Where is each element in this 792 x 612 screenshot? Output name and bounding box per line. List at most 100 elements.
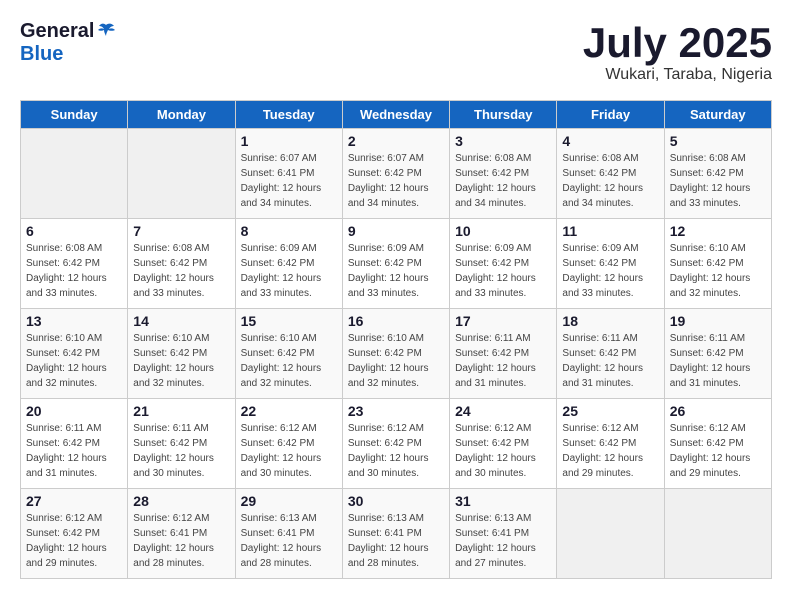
day-number: 5 bbox=[670, 133, 766, 149]
calendar-cell: 19Sunrise: 6:11 AM Sunset: 6:42 PM Dayli… bbox=[664, 309, 771, 399]
day-info: Sunrise: 6:09 AM Sunset: 6:42 PM Dayligh… bbox=[241, 241, 337, 301]
calendar-cell: 8 Sunrise: 6:09 AM Sunset: 6:42 PM Daylig… bbox=[235, 219, 342, 309]
day-number: 7 bbox=[133, 223, 229, 239]
header-cell-saturday: Saturday bbox=[664, 101, 771, 129]
day-number: 16 bbox=[348, 313, 444, 329]
day-number: 31 bbox=[455, 493, 551, 509]
calendar-cell: 20 Sunrise: 6:11 AM Sunset: 6:42 PM Dayli… bbox=[21, 399, 128, 489]
day-info: Sunrise: 6:09 AM Sunset: 6:42 PM Dayligh… bbox=[348, 241, 444, 301]
day-number: 1 bbox=[241, 133, 337, 149]
calendar-cell: 12Sunrise: 6:10 AM Sunset: 6:42 PM Dayli… bbox=[664, 219, 771, 309]
day-info: Sunrise: 6:10 AM Sunset: 6:42 PM Dayligh… bbox=[26, 331, 122, 391]
day-info: Sunrise: 6:11 AM Sunset: 6:42 PM Dayligh… bbox=[670, 331, 766, 391]
day-number: 18 bbox=[562, 313, 658, 329]
title-block: July 2025 Wukari, Taraba, Nigeria bbox=[583, 20, 772, 84]
day-number: 17 bbox=[455, 313, 551, 329]
logo-general-text: General bbox=[20, 20, 94, 43]
header-cell-thursday: Thursday bbox=[450, 101, 557, 129]
calendar-cell: 25 Sunrise: 6:12 AM Sunset: 6:42 PM Dayli… bbox=[557, 399, 664, 489]
calendar-cell: 27 Sunrise: 6:12 AM Sunset: 6:42 PM Dayli… bbox=[21, 489, 128, 579]
week-row-3: 13Sunrise: 6:10 AM Sunset: 6:42 PM Dayli… bbox=[21, 309, 772, 399]
logo-blue-text: Blue bbox=[20, 43, 63, 65]
day-number: 30 bbox=[348, 493, 444, 509]
day-info: Sunrise: 6:08 AM Sunset: 6:42 PM Dayligh… bbox=[562, 151, 658, 211]
header-cell-friday: Friday bbox=[557, 101, 664, 129]
month-year-title: July 2025 bbox=[583, 20, 772, 66]
calendar-cell: 13Sunrise: 6:10 AM Sunset: 6:42 PM Dayli… bbox=[21, 309, 128, 399]
calendar-cell: 18 Sunrise: 6:11 AM Sunset: 6:42 PM Dayli… bbox=[557, 309, 664, 399]
header-cell-wednesday: Wednesday bbox=[342, 101, 449, 129]
day-info: Sunrise: 6:11 AM Sunset: 6:42 PM Dayligh… bbox=[455, 331, 551, 391]
header-cell-sunday: Sunday bbox=[21, 101, 128, 129]
calendar-cell: 10 Sunrise: 6:09 AM Sunset: 6:42 PM Dayli… bbox=[450, 219, 557, 309]
day-info: Sunrise: 6:10 AM Sunset: 6:42 PM Dayligh… bbox=[670, 241, 766, 301]
day-info: Sunrise: 6:13 AM Sunset: 6:41 PM Dayligh… bbox=[348, 511, 444, 571]
day-number: 28 bbox=[133, 493, 229, 509]
day-info: Sunrise: 6:12 AM Sunset: 6:42 PM Dayligh… bbox=[348, 421, 444, 481]
day-number: 10 bbox=[455, 223, 551, 239]
day-number: 27 bbox=[26, 493, 122, 509]
calendar-cell: 26 Sunrise: 6:12 AM Sunset: 6:42 PM Dayli… bbox=[664, 399, 771, 489]
calendar-cell: 15Sunrise: 6:10 AM Sunset: 6:42 PM Dayli… bbox=[235, 309, 342, 399]
day-number: 22 bbox=[241, 403, 337, 419]
day-number: 26 bbox=[670, 403, 766, 419]
calendar-table: SundayMondayTuesdayWednesdayThursdayFrid… bbox=[20, 100, 772, 579]
day-number: 2 bbox=[348, 133, 444, 149]
calendar-cell bbox=[21, 129, 128, 219]
day-number: 14 bbox=[133, 313, 229, 329]
header-cell-tuesday: Tuesday bbox=[235, 101, 342, 129]
day-info: Sunrise: 6:07 AM Sunset: 6:41 PM Dayligh… bbox=[241, 151, 337, 211]
day-info: Sunrise: 6:13 AM Sunset: 6:41 PM Dayligh… bbox=[241, 511, 337, 571]
week-row-2: 6Sunrise: 6:08 AM Sunset: 6:42 PM Daylig… bbox=[21, 219, 772, 309]
header-row: SundayMondayTuesdayWednesdayThursdayFrid… bbox=[21, 101, 772, 129]
calendar-cell: 28 Sunrise: 6:12 AM Sunset: 6:41 PM Dayli… bbox=[128, 489, 235, 579]
day-info: Sunrise: 6:11 AM Sunset: 6:42 PM Dayligh… bbox=[26, 421, 122, 481]
day-info: Sunrise: 6:12 AM Sunset: 6:42 PM Dayligh… bbox=[241, 421, 337, 481]
calendar-cell bbox=[664, 489, 771, 579]
calendar-cell: 3 Sunrise: 6:08 AM Sunset: 6:42 PM Daylig… bbox=[450, 129, 557, 219]
calendar-cell: 16Sunrise: 6:10 AM Sunset: 6:42 PM Dayli… bbox=[342, 309, 449, 399]
day-info: Sunrise: 6:08 AM Sunset: 6:42 PM Dayligh… bbox=[26, 241, 122, 301]
header-cell-monday: Monday bbox=[128, 101, 235, 129]
day-info: Sunrise: 6:08 AM Sunset: 6:42 PM Dayligh… bbox=[455, 151, 551, 211]
calendar-cell bbox=[557, 489, 664, 579]
day-info: Sunrise: 6:12 AM Sunset: 6:42 PM Dayligh… bbox=[670, 421, 766, 481]
day-info: Sunrise: 6:12 AM Sunset: 6:42 PM Dayligh… bbox=[562, 421, 658, 481]
day-info: Sunrise: 6:12 AM Sunset: 6:41 PM Dayligh… bbox=[133, 511, 229, 571]
calendar-cell: 7 Sunrise: 6:08 AM Sunset: 6:42 PM Daylig… bbox=[128, 219, 235, 309]
day-number: 11 bbox=[562, 223, 658, 239]
day-info: Sunrise: 6:09 AM Sunset: 6:42 PM Dayligh… bbox=[455, 241, 551, 301]
logo-bird-icon bbox=[96, 21, 116, 41]
day-info: Sunrise: 6:12 AM Sunset: 6:42 PM Dayligh… bbox=[26, 511, 122, 571]
calendar-cell: 17 Sunrise: 6:11 AM Sunset: 6:42 PM Dayli… bbox=[450, 309, 557, 399]
calendar-cell: 31Sunrise: 6:13 AM Sunset: 6:41 PM Dayli… bbox=[450, 489, 557, 579]
calendar-cell: 4Sunrise: 6:08 AM Sunset: 6:42 PM Daylig… bbox=[557, 129, 664, 219]
logo: General Blue bbox=[20, 20, 116, 66]
day-number: 8 bbox=[241, 223, 337, 239]
calendar-cell: 5 Sunrise: 6:08 AM Sunset: 6:42 PM Daylig… bbox=[664, 129, 771, 219]
location-subtitle: Wukari, Taraba, Nigeria bbox=[583, 66, 772, 84]
day-number: 20 bbox=[26, 403, 122, 419]
calendar-cell: 21Sunrise: 6:11 AM Sunset: 6:42 PM Dayli… bbox=[128, 399, 235, 489]
day-info: Sunrise: 6:08 AM Sunset: 6:42 PM Dayligh… bbox=[133, 241, 229, 301]
calendar-cell: 1 Sunrise: 6:07 AM Sunset: 6:41 PM Daylig… bbox=[235, 129, 342, 219]
calendar-cell: 24Sunrise: 6:12 AM Sunset: 6:42 PM Dayli… bbox=[450, 399, 557, 489]
calendar-cell: 22 Sunrise: 6:12 AM Sunset: 6:42 PM Dayli… bbox=[235, 399, 342, 489]
day-info: Sunrise: 6:08 AM Sunset: 6:42 PM Dayligh… bbox=[670, 151, 766, 211]
calendar-cell: 30 Sunrise: 6:13 AM Sunset: 6:41 PM Dayli… bbox=[342, 489, 449, 579]
calendar-header: SundayMondayTuesdayWednesdayThursdayFrid… bbox=[21, 101, 772, 129]
day-number: 29 bbox=[241, 493, 337, 509]
day-number: 25 bbox=[562, 403, 658, 419]
calendar-body: 1 Sunrise: 6:07 AM Sunset: 6:41 PM Daylig… bbox=[21, 129, 772, 579]
calendar-cell: 14Sunrise: 6:10 AM Sunset: 6:42 PM Dayli… bbox=[128, 309, 235, 399]
week-row-5: 27 Sunrise: 6:12 AM Sunset: 6:42 PM Dayli… bbox=[21, 489, 772, 579]
day-info: Sunrise: 6:07 AM Sunset: 6:42 PM Dayligh… bbox=[348, 151, 444, 211]
day-number: 24 bbox=[455, 403, 551, 419]
day-info: Sunrise: 6:09 AM Sunset: 6:42 PM Dayligh… bbox=[562, 241, 658, 301]
week-row-1: 1 Sunrise: 6:07 AM Sunset: 6:41 PM Daylig… bbox=[21, 129, 772, 219]
calendar-cell: 11 Sunrise: 6:09 AM Sunset: 6:42 PM Dayli… bbox=[557, 219, 664, 309]
calendar-cell: 9Sunrise: 6:09 AM Sunset: 6:42 PM Daylig… bbox=[342, 219, 449, 309]
day-info: Sunrise: 6:11 AM Sunset: 6:42 PM Dayligh… bbox=[562, 331, 658, 391]
calendar-cell bbox=[128, 129, 235, 219]
day-number: 3 bbox=[455, 133, 551, 149]
